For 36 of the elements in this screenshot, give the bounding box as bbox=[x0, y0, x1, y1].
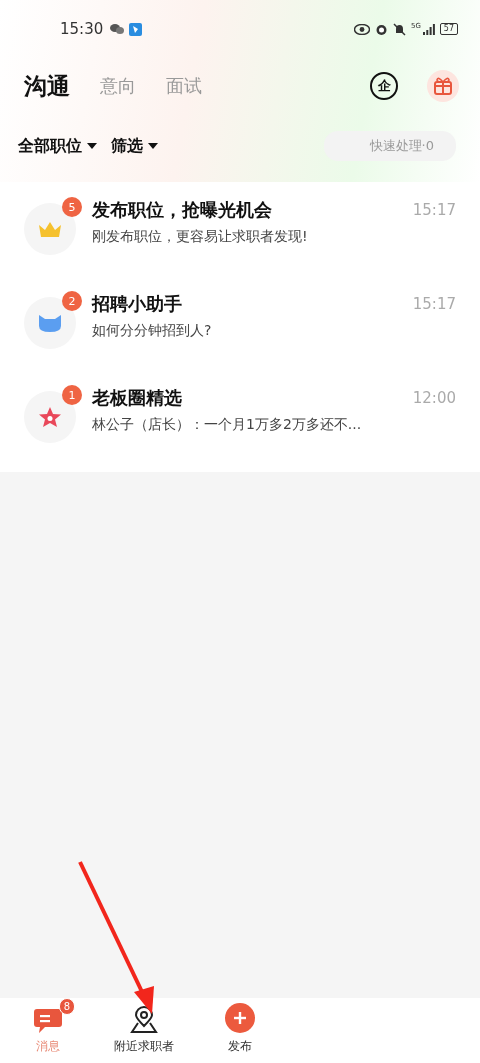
caret-icon bbox=[87, 143, 97, 149]
conversation-title: 发布职位，抢曝光机会 bbox=[92, 198, 273, 222]
unread-badge: 5 bbox=[62, 197, 82, 217]
message-time: 15:17 bbox=[412, 295, 456, 313]
nav-tab[interactable]: 发布 bbox=[192, 1000, 288, 1055]
nav-tab[interactable]: 附近求职者 bbox=[96, 1000, 192, 1055]
conversation-title: 老板圈精选 bbox=[92, 386, 183, 410]
star-icon bbox=[38, 406, 62, 428]
enterprise-button[interactable]: 企 bbox=[370, 72, 398, 100]
eye-icon bbox=[353, 23, 370, 35]
conversation-title: 招聘小助手 bbox=[92, 292, 183, 316]
chat-icon bbox=[33, 1006, 63, 1034]
message-time: 12:00 bbox=[412, 389, 456, 407]
app-icon bbox=[129, 22, 143, 36]
nav-tab[interactable]: 8 消息 bbox=[0, 1000, 96, 1055]
filter-dropdown[interactable]: 全部职位 bbox=[18, 135, 97, 157]
message-preview: 如何分分钟招到人? bbox=[92, 322, 213, 340]
cat-face-icon bbox=[37, 313, 63, 333]
header-tab[interactable]: 沟通 bbox=[24, 70, 80, 102]
unread-badge: 1 bbox=[62, 385, 82, 405]
add-icon bbox=[224, 1002, 256, 1034]
battery-indicator: 57 bbox=[439, 23, 458, 35]
gift-icon[interactable] bbox=[426, 69, 460, 103]
unread-badge: 8 bbox=[58, 998, 75, 1015]
filter-dropdown[interactable]: 筛选 bbox=[111, 135, 158, 157]
chat-bubbles-icon bbox=[110, 23, 125, 35]
message-time: 15:17 bbox=[412, 201, 456, 219]
caret-icon bbox=[148, 143, 158, 149]
message-preview: 林公子（店长）：一个月1万多2万多还不... bbox=[92, 416, 363, 434]
alarm-icon bbox=[374, 22, 388, 36]
location-pin-icon bbox=[129, 1006, 159, 1034]
status-time: 15:30 bbox=[60, 20, 104, 38]
unread-badge: 2 bbox=[62, 291, 82, 311]
signal-icon bbox=[422, 23, 435, 35]
bell-muted-icon bbox=[392, 22, 406, 36]
message-preview: 刚发布职位，更容易让求职者发现! bbox=[92, 228, 309, 246]
